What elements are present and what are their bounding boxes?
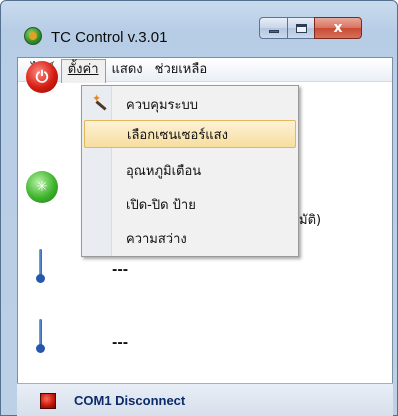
settings-dropdown-menu: ควบคุมระบบ เลือกเซนเซอร์แสง อุณหภูมิเตือ… xyxy=(81,85,299,257)
status-bar: COM1 Disconnect xyxy=(17,383,393,416)
title-bar[interactable]: TC Control v.3.01 x xyxy=(1,1,397,57)
minimize-icon xyxy=(268,29,279,33)
power-icon: ⏻ xyxy=(35,67,49,86)
menu-item-toggle-sign[interactable]: เปิด-ปิด ป้าย xyxy=(84,190,296,218)
maximize-button[interactable] xyxy=(287,17,314,39)
temperature-2-value: --- xyxy=(112,336,129,351)
light-sensor-button[interactable]: ✳ xyxy=(26,171,58,203)
thermometer-1-icon xyxy=(34,249,46,289)
menu-view[interactable]: แสดง xyxy=(106,59,149,81)
menu-item-label: ความสว่าง xyxy=(126,231,187,247)
app-logo-icon[interactable] xyxy=(24,27,42,45)
thermometer-2-icon xyxy=(34,319,46,359)
menu-item-system-control[interactable]: ควบคุมระบบ xyxy=(84,90,296,118)
app-window: TC Control v.3.01 x ไฟล์ ตั้งค่า แสดง ช่… xyxy=(0,0,398,416)
close-button[interactable]: x xyxy=(314,17,362,39)
window-title: TC Control v.3.01 xyxy=(51,29,168,46)
menu-item-alarm-temperature[interactable]: อุณหภูมิเตือน xyxy=(84,156,296,184)
connection-status-text: COM1 Disconnect xyxy=(74,393,186,408)
connection-status-icon xyxy=(40,392,56,409)
menu-settings[interactable]: ตั้งค่า xyxy=(60,58,106,83)
magic-wand-icon xyxy=(92,92,108,112)
caption-buttons: x xyxy=(259,17,362,39)
menu-item-select-light-sensor[interactable]: เลือกเซนเซอร์แสง xyxy=(84,120,296,148)
menu-item-brightness[interactable]: ความสว่าง xyxy=(84,224,296,252)
temperature-1-value: --- xyxy=(112,263,129,278)
menu-help[interactable]: ช่วยเหลือ xyxy=(149,59,214,81)
sensor-mode-text: มัติ) xyxy=(299,213,322,228)
menu-item-label: ควบคุมระบบ xyxy=(126,97,198,113)
menu-item-label: เลือกเซนเซอร์แสง xyxy=(127,127,228,143)
close-icon: x xyxy=(333,20,343,36)
minimize-button[interactable] xyxy=(259,17,287,39)
menu-item-label: เปิด-ปิด ป้าย xyxy=(126,197,196,213)
menu-bar: ไฟล์ ตั้งค่า แสดง ช่วยเหลือ xyxy=(18,58,392,83)
power-button[interactable]: ⏻ xyxy=(26,61,58,93)
sun-icon: ✳ xyxy=(36,179,48,195)
maximize-icon xyxy=(295,23,307,33)
menu-item-label: อุณหภูมิเตือน xyxy=(126,163,202,179)
